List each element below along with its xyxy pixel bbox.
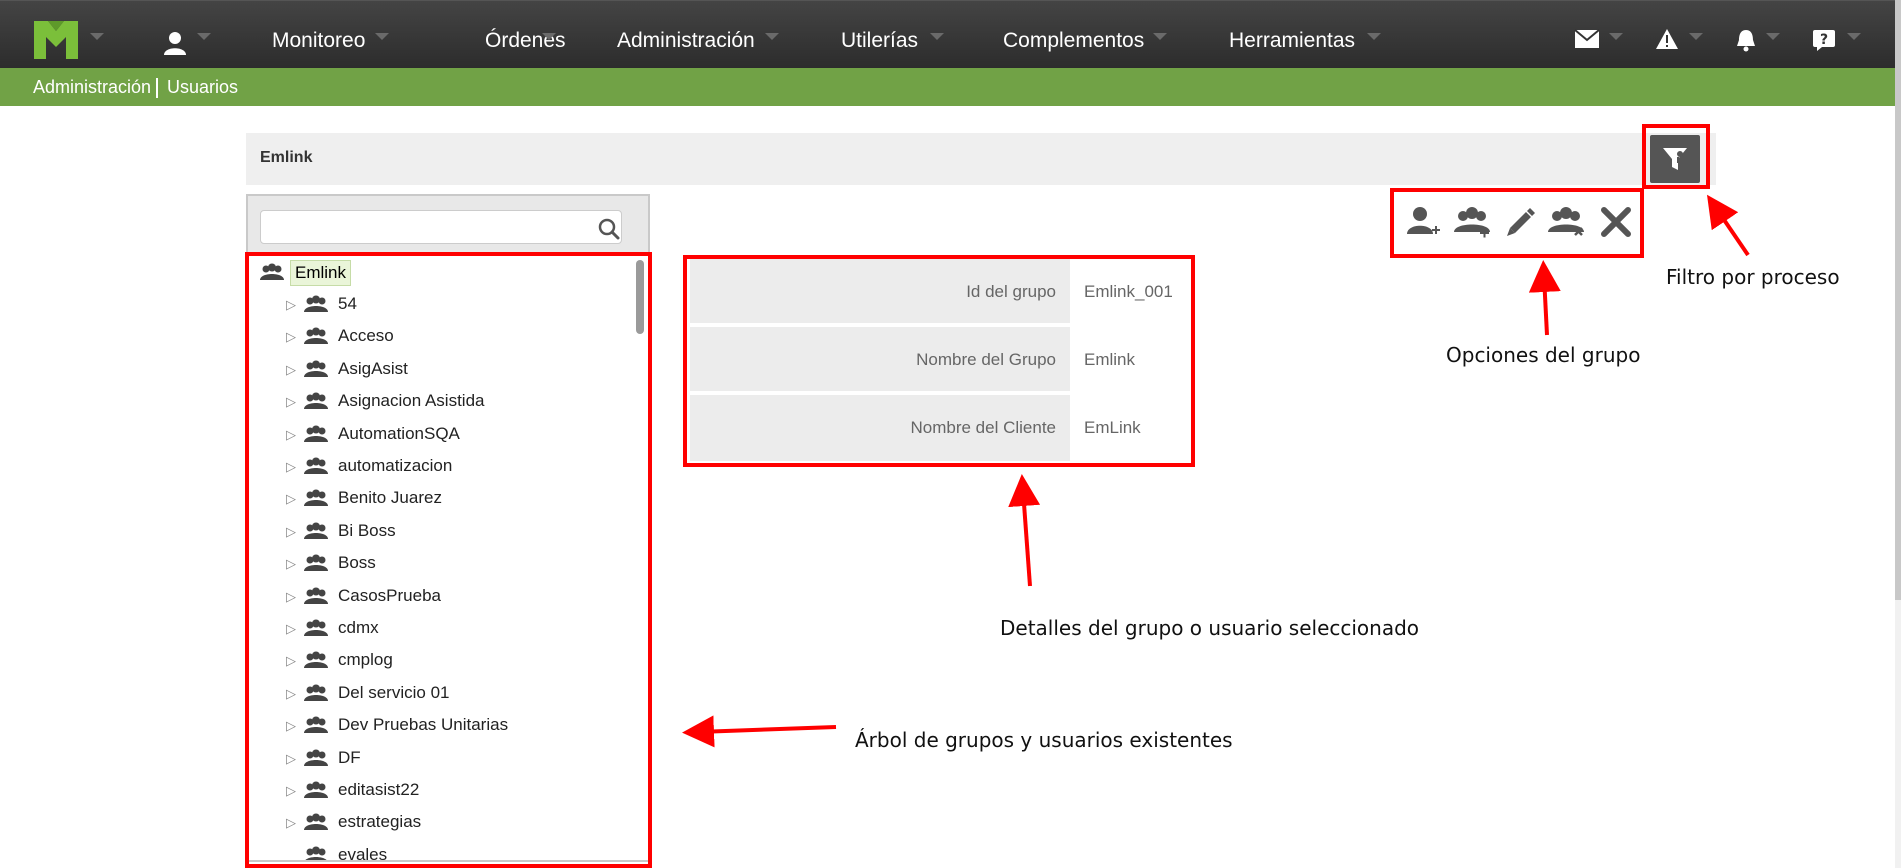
- annotation-arrows: [682, 194, 1750, 748]
- filter-arrow: [1706, 194, 1750, 257]
- options-arrow: [1528, 260, 1561, 336]
- tree-arrow: [682, 715, 837, 748]
- details-arrow: [1008, 474, 1041, 587]
